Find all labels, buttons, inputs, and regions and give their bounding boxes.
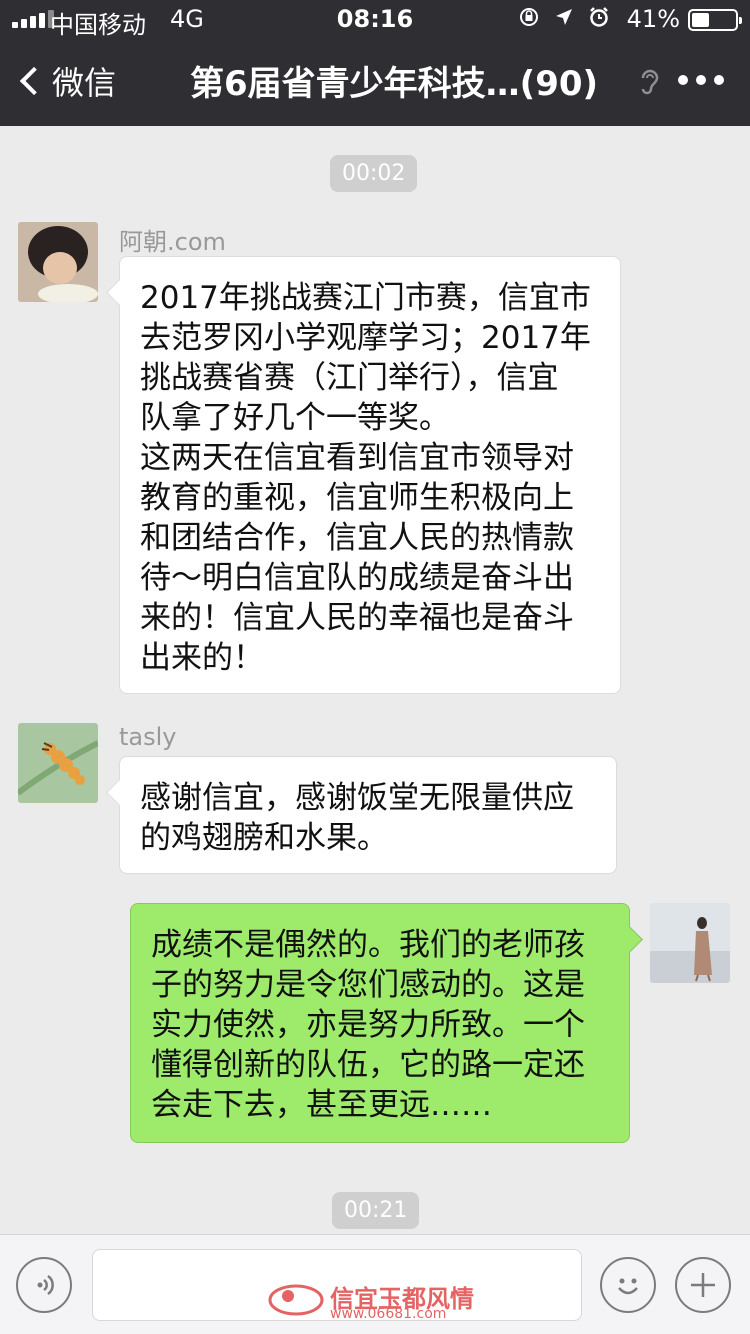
- more-button[interactable]: [678, 75, 724, 85]
- watermark-logo: [268, 1284, 324, 1316]
- watermark: 信宜玉都风情 www.06681.com: [268, 1276, 474, 1322]
- time-divider: 00:21: [332, 1192, 420, 1229]
- watermark-url: www.06681.com: [330, 1306, 447, 1322]
- plus-button[interactable]: [675, 1257, 731, 1313]
- emoji-icon: [618, 1278, 638, 1295]
- plus-icon: [691, 1273, 715, 1297]
- message-bubble[interactable]: 2017年挑战赛江门市赛，信宜市 去范罗冈小学观摩学习；2017年 挑战赛省赛（…: [119, 256, 621, 694]
- emoji-button[interactable]: [600, 1257, 656, 1313]
- avatar-photo: [18, 723, 98, 803]
- time-divider: 00:02: [330, 155, 418, 192]
- avatar-photo: [650, 903, 730, 983]
- avatar[interactable]: [18, 723, 98, 803]
- sender-name: 阿朝.com: [119, 228, 226, 256]
- back-label: 微信: [52, 64, 117, 102]
- navigation-bar: 微信 第6届省青少年科技…(90): [0, 38, 750, 126]
- voice-button[interactable]: [16, 1257, 72, 1313]
- more-icon: [678, 75, 688, 85]
- top-bar: 中国移动 4G 08:16 41% 微信 第6届省青少年科技…(90): [0, 0, 750, 126]
- avatar-photo: [18, 222, 98, 302]
- chat-title: 第6届省青少年科技…(90): [190, 64, 599, 104]
- alarm-icon: [590, 7, 608, 27]
- battery-icon: [688, 9, 742, 31]
- status-bar: 中国移动 4G 08:16 41%: [0, 0, 750, 39]
- ear-icon: [641, 69, 659, 95]
- own-message-bubble[interactable]: 成绩不是偶然的。我们的老师孩 子的努力是令您们感动的。这是 实力使然，亦是努力所…: [130, 903, 630, 1143]
- voice-input-icon: [37, 1274, 54, 1296]
- rotation-lock-icon: [520, 8, 538, 26]
- battery-percent: 41%: [626, 5, 680, 33]
- message-bubble[interactable]: 感谢信宜，感谢饭堂无限量供应 的鸡翅膀和水果。: [119, 756, 617, 874]
- back-button[interactable]: 微信: [16, 58, 116, 104]
- sender-name: tasly: [119, 723, 177, 751]
- back-chevron-icon: [19, 66, 49, 96]
- avatar[interactable]: [18, 222, 98, 302]
- own-avatar[interactable]: [650, 903, 730, 983]
- location-icon: [556, 9, 572, 25]
